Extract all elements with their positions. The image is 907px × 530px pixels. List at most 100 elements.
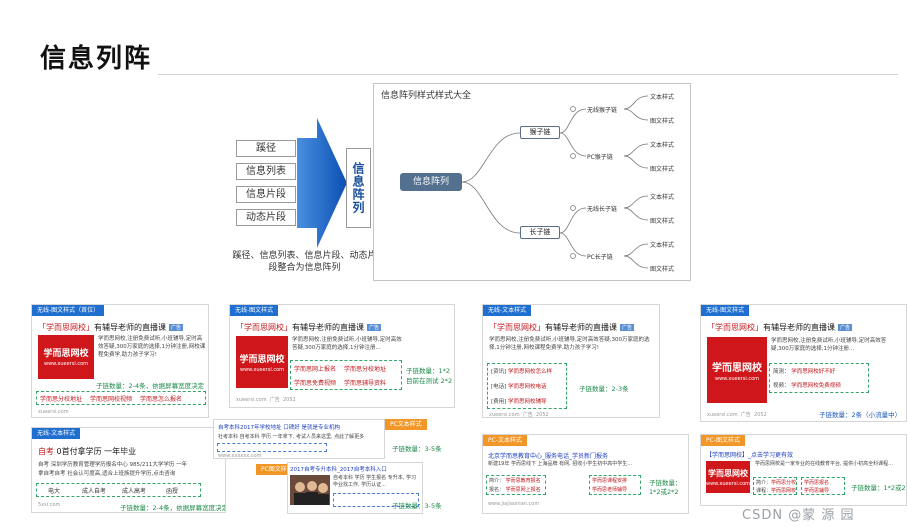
sublink[interactable]: 学而思网上报名: [294, 366, 336, 373]
brand-logo[interactable]: 学而思网校 www.xueersi.com: [707, 337, 767, 403]
sublink-count-value: 1*2或2*2: [649, 488, 679, 496]
ad-title[interactable]: 自考 0首付拿学历 一年毕业: [38, 446, 136, 457]
sublink-row[interactable]: 简测： 学而思网校好不好: [773, 367, 835, 375]
ad-description: 拿自考自考 社会认可度高,适合上班族提升学历,点击咨询: [38, 471, 176, 477]
sublink-count-note: 子链数量：1*2: [406, 367, 451, 375]
ad-url: www.jiajiaonian.com: [488, 501, 540, 507]
mindmap-branch-long: 长子链: [520, 226, 560, 239]
panel-tag: 无线-文本样式: [483, 305, 532, 316]
sublink-row: 学而思网上报名 学而思分校地址: [294, 364, 394, 373]
sublink[interactable]: 学而思分校地址: [344, 366, 386, 373]
panel-tag: 无线-图文样式（首位）: [32, 305, 105, 316]
mindmap-node-wireless-monkey: 无线猴子链: [587, 107, 618, 114]
sublink-test-note: 目前在测试 2*2: [406, 377, 453, 385]
sublink-count-note: 子链数量：1*2或2*2: [851, 484, 907, 492]
ad-title[interactable]: 「学而思网校」有辅导老师的直播课 广告: [707, 322, 853, 333]
page-title: 信息列阵: [40, 44, 153, 74]
sublink[interactable]: 成人自考: [82, 488, 106, 495]
category-box-3: 信息片段: [236, 186, 296, 203]
ad-description: 学而思网校,注册免费试听,小班辅导,定时高效答疑,300万家庭的选择,1分钟注册…: [292, 337, 402, 351]
ad-url: 5xsi.com: [38, 502, 61, 508]
brand-logo[interactable]: 学而思网校 www.xueersi.com: [706, 461, 750, 493]
merge-caption: 蹊径、信息列表、信息片段、动态片段整合为信息阵列: [232, 251, 377, 273]
ad-title[interactable]: 「学而思网校」有辅导老师的直播课 广告: [236, 322, 382, 333]
sublink-row[interactable]: 学而思辅导: [804, 487, 829, 494]
panel-tag: PC文本样式: [385, 419, 427, 430]
sublink-row[interactable]: 课程：学而思网校: [756, 487, 796, 494]
mindmap-leaf: 图文样式: [650, 166, 675, 173]
brand-logo[interactable]: 学而思网校 www.xueersi.com: [236, 336, 288, 388]
sublink-row: 学而思分校地址 学而思网校视频 学而思怎么报名: [40, 394, 190, 403]
sublink-row: 电大 成人自考 成人高考 函授: [48, 486, 186, 495]
sublink-row[interactable]: 简介：学而思分校: [756, 479, 796, 486]
panel-pc-image-2: PC-图文样式 【学而思网校】_点击学习更有效 学而思网校 www.xueersi…: [700, 434, 907, 506]
sublink-count-note: 子链数量：2-3条: [579, 385, 629, 393]
sublink-group: [217, 443, 327, 452]
ad-description: 自考本科 学历 学生报名 专升本, 学习 毕业找工作, 学历认证...: [333, 475, 416, 488]
mindmap-node-pc-long: PC长子链: [587, 254, 613, 261]
sublink-row[interactable]: [电话] 学而思网校电话: [491, 382, 547, 390]
ad-title[interactable]: 2017自考专升本科_2017自考本科入口: [290, 465, 387, 473]
sublink-row[interactable]: 视频： 学而思网校免费视频: [773, 381, 841, 389]
panel-tag: 无线-图文样式: [230, 305, 279, 316]
sublink-row[interactable]: 报名： 学而思网上报名: [489, 486, 541, 493]
sublink[interactable]: 学而思辅导资料: [344, 380, 386, 387]
ad-url: www.xxxxxx.com: [218, 453, 262, 459]
panel-wireless-text-edu: 无线-文本样式 自考 0首付拿学历 一年毕业 自考 深圳学历教育管理学历报名中心…: [31, 427, 226, 513]
sublink-row: 学而思免费视频 学而思辅导资料: [294, 378, 394, 387]
panel-wireless-text: 无线-文本样式 「学而思网校」有辅导老师的直播课 广告 学而思网校,注册免费试听,…: [482, 304, 660, 418]
ad-description: 学而思网校是一家专业的在线教育平台, 提供小初高全科课程...: [755, 461, 893, 467]
ad-title[interactable]: 「学而思网校」有辅导老师的直播课 广告: [38, 322, 184, 333]
sublink-count-note: 子链数量：2-4条，依据屏幕宽度决定: [120, 504, 226, 512]
sublink-row[interactable]: [费用] 学而思网校辅导: [491, 397, 547, 405]
sublink-row[interactable]: 学而思老师辅导: [592, 486, 627, 493]
panel-tag: PC-图文样式: [701, 435, 745, 446]
ad-title[interactable]: 【学而思网校】_点击学习更有效: [706, 450, 793, 459]
sublink-row[interactable]: [资讯] 学而思网校怎么样: [491, 367, 552, 375]
ad-description: 学而思网校,注册免费试听,小班辅导,定时高效答疑,300万家庭的选择,1分钟注册…: [489, 337, 650, 351]
sublink-row[interactable]: 学而思课程安排: [592, 477, 627, 484]
sublink-count-note: 子链数量：3-5条: [392, 502, 442, 510]
mindmap-leaf: 文本样式: [650, 142, 675, 149]
sublink-row[interactable]: 简介： 学而思教育报名: [489, 477, 541, 484]
style-mindmap: 信息阵列样式样式大全 信息阵列 猴子链 长子链 无线猴子链 PC猴子链 无线长子…: [373, 83, 691, 281]
ad-description: 自考 深圳学历教育管理学历报名中心 985/211大学学历 一年: [38, 462, 188, 468]
brand-logo[interactable]: 学而思网校 www.xueersi.com: [38, 335, 94, 379]
mindmap-branch-monkey: 猴子链: [520, 126, 560, 139]
ad-description: 学而思网校,注册免费试听,小班辅导,定时高效答疑,300万家庭的选择,1分钟注册…: [98, 336, 206, 358]
sublink[interactable]: 成人高考: [122, 488, 146, 495]
ad-title[interactable]: 自考本科2017年学校地址 口碑好 是就是专业机构: [218, 423, 340, 431]
title-divider: [158, 74, 898, 75]
mindmap-root: 信息阵列: [400, 173, 462, 191]
category-box-1: 蹊径: [236, 140, 296, 157]
sublink-count-note: 子链数量：3-5条: [392, 445, 442, 453]
ad-footer: xueersi.com 广告 2052: [236, 397, 296, 403]
ad-title[interactable]: 北京学而思教育中心_服务电话_学员新门报务: [488, 451, 608, 460]
mindmap-leaf: 图文样式: [650, 266, 675, 273]
panel-tag: 无线-文本样式: [32, 428, 81, 439]
ad-url: xueersi.com: [38, 409, 69, 415]
mindmap-node-wireless-long: 无线长子链: [587, 206, 618, 213]
sublink[interactable]: 学而思免费视频: [294, 380, 336, 387]
panel-tag: PC-文本样式: [483, 435, 527, 446]
category-box-4: 动态片段: [236, 209, 296, 226]
mindmap-leaf: 文本样式: [650, 194, 675, 201]
sublink[interactable]: 学而思怎么报名: [140, 396, 182, 403]
sublink[interactable]: 学而思网校视频: [90, 396, 132, 403]
panel-wireless-image-small: 无线-图文样式 「学而思网校」有辅导老师的直播课 广告 学而思网校 www.xuee…: [700, 304, 907, 422]
sublink[interactable]: 学而思分校地址: [40, 396, 82, 403]
panel-pc-text: 自考本科2017年学校地址 口碑好 是就是专业机构 社考本科 自考本科 学历 一…: [213, 419, 385, 459]
ad-description: 新建19年 学而思线下 上海品牌 有网, 招收小学生初中高中学生...: [488, 461, 633, 467]
panel-wireless-image: 无线-图文样式 「学而思网校」有辅导老师的直播课 广告 学而思网校 www.xuee…: [229, 304, 455, 408]
mindmap-leaf: 文本样式: [650, 242, 675, 249]
sublink[interactable]: 函授: [166, 488, 178, 495]
csdn-watermark: CSDN @蒙 源 园: [742, 508, 855, 523]
panel-wireless-image-first: 无线-图文样式（首位） 「学而思网校」有辅导老师的直播课 广告 学而思网校 www.…: [31, 304, 209, 418]
ad-title[interactable]: 「学而思网校」有辅导老师的直播课 广告: [489, 322, 635, 333]
sublink-row[interactable]: 学而思报名: [804, 479, 829, 486]
mindmap-leaf: 文本样式: [650, 94, 675, 101]
ad-description: 社考本科 自考本科 学历 一年拿下, 考试人员来这里, 点此了解更多: [218, 434, 365, 440]
mindmap-leaf: 图文样式: [650, 218, 675, 225]
graduation-photo-icon: [290, 475, 330, 505]
sublink[interactable]: 电大: [48, 488, 60, 495]
